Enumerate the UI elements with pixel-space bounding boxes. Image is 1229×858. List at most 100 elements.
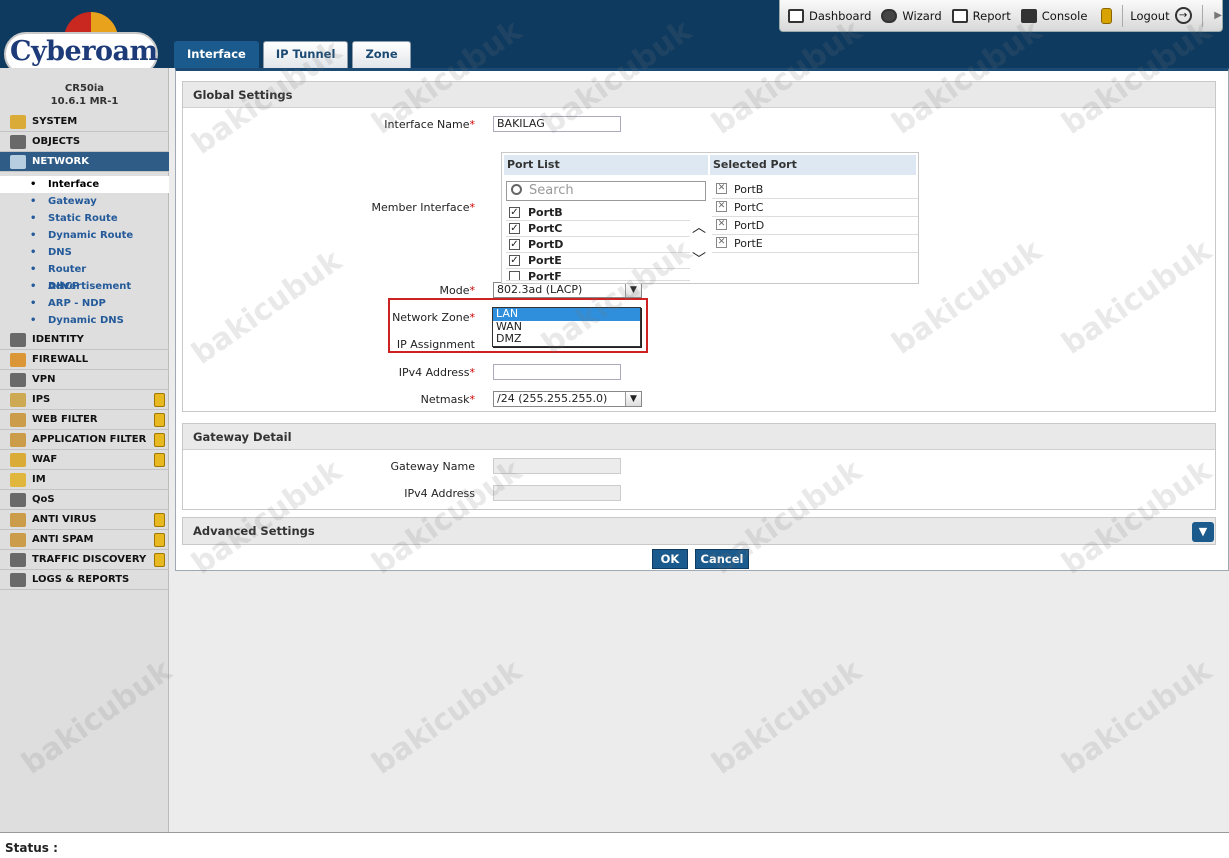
selected-port-item[interactable]: ✕ PortC — [712, 199, 918, 217]
port-list-item[interactable]: ✓ PortC — [506, 221, 690, 237]
logout-icon: → — [1174, 7, 1192, 24]
logo-text: Cyberoam — [10, 36, 158, 67]
waf-icon — [10, 452, 26, 467]
cancel-button[interactable]: Cancel — [695, 549, 749, 569]
sidebar-sub-arp-ndp[interactable]: ARP - NDP — [0, 295, 169, 312]
identity-icon — [10, 332, 26, 347]
mode-label: Mode* — [439, 284, 475, 297]
ok-button[interactable]: OK — [652, 549, 688, 569]
dashboard-icon — [788, 8, 804, 23]
sidebar-item-ips[interactable]: IPS — [0, 390, 169, 410]
sidebar-sub-router-advertisement[interactable]: Router Advertisement — [0, 261, 169, 292]
ips-shield-icon — [10, 392, 26, 407]
sidebar-sub-dhcp[interactable]: DHCP — [0, 278, 169, 295]
im-icon — [10, 472, 26, 487]
zone-option-dmz[interactable]: DMZ — [493, 332, 640, 346]
expand-arrow-icon[interactable]: ▶ — [1214, 10, 1222, 21]
sidebar-item-network[interactable]: NETWORK — [0, 152, 169, 172]
content-panel: Global Settings Interface Name* BAKILAG … — [175, 68, 1229, 571]
sidebar-sub-dns[interactable]: DNS — [0, 244, 169, 261]
port-list-item[interactable]: ✓ PortE — [506, 253, 690, 269]
lock-icon[interactable] — [1101, 7, 1112, 24]
ipv4-address-label: IPv4 Address* — [398, 366, 475, 379]
selected-port-item[interactable]: ✕ PortD — [712, 217, 918, 235]
sidebar-item-logs-reports[interactable]: LOGS & REPORTS — [0, 570, 169, 590]
device-info: CR50ia 10.6.1 MR-1 — [50, 83, 119, 107]
license-icon — [154, 513, 165, 527]
vpn-icon — [10, 372, 26, 387]
ipv4-address-input[interactable] — [493, 364, 621, 380]
chevron-down-icon: ▼ — [625, 283, 641, 297]
license-icon — [154, 553, 165, 567]
interface-name-label: Interface Name* — [384, 118, 475, 131]
console-link[interactable]: Console — [1020, 8, 1087, 23]
member-interface-picker: Port List Selected Port Search ✓ PortB ✓ P… — [501, 152, 919, 284]
sidebar-item-anti-virus[interactable]: ANTI VIRUS — [0, 510, 169, 530]
selected-port-header: Selected Port — [710, 155, 916, 175]
checkbox-checked-icon[interactable]: ✓ — [509, 239, 520, 250]
network-zone-dropdown-list[interactable]: LAN WAN DMZ — [492, 307, 641, 347]
sidebar-sub-interface[interactable]: Interface — [0, 176, 169, 193]
checkbox-checked-icon[interactable]: ✓ — [509, 207, 520, 218]
logs-reports-icon — [10, 572, 26, 587]
mode-select[interactable]: 802.3ad (LACP) ▼ — [493, 282, 642, 298]
application-filter-icon — [10, 432, 26, 447]
sidebar-item-application-filter[interactable]: APPLICATION FILTER — [0, 430, 169, 450]
sidebar-item-firewall[interactable]: FIREWALL — [0, 350, 169, 370]
sidebar-item-identity[interactable]: IDENTITY — [0, 330, 169, 350]
sidebar-sub-dynamic-route[interactable]: Dynamic Route — [0, 227, 169, 244]
sidebar-item-vpn[interactable]: VPN — [0, 370, 169, 390]
selected-port-item[interactable]: ✕ PortE — [712, 235, 918, 253]
sidebar-item-qos[interactable]: QoS — [0, 490, 169, 510]
sidebar-item-im[interactable]: IM — [0, 470, 169, 490]
checkbox-unchecked-icon[interactable] — [509, 271, 520, 280]
global-settings-title: Global Settings — [183, 82, 1215, 108]
wizard-link[interactable]: Wizard — [881, 8, 942, 23]
report-icon — [951, 8, 968, 23]
license-icon — [154, 413, 165, 427]
tab-interface[interactable]: Interface — [174, 41, 259, 68]
tab-ip-tunnel[interactable]: IP Tunnel — [262, 41, 349, 68]
gateway-name-label: Gateway Name — [390, 460, 475, 473]
zone-option-lan[interactable]: LAN — [493, 307, 640, 321]
sidebar-item-web-filter[interactable]: WEB FILTER — [0, 410, 169, 430]
gateway-ipv4-label: IPv4 Address — [404, 487, 475, 500]
chevron-up-icon[interactable]: ︿ — [692, 217, 706, 237]
firewall-icon — [10, 352, 26, 367]
sidebar-sub-dynamic-dns[interactable]: Dynamic DNS — [0, 312, 169, 329]
tab-zone[interactable]: Zone — [352, 41, 411, 68]
port-search-input[interactable]: Search — [506, 181, 706, 201]
port-list-item[interactable]: PortF — [506, 269, 690, 281]
network-icon — [10, 154, 26, 169]
checkbox-checked-icon[interactable]: ✓ — [509, 255, 520, 266]
remove-icon[interactable]: ✕ — [716, 237, 727, 248]
port-list-item[interactable]: ✓ PortD — [506, 237, 690, 253]
selected-port-item[interactable]: ✕ PortB — [712, 181, 918, 199]
qos-icon — [10, 492, 26, 507]
port-list-header: Port List — [504, 155, 708, 175]
status-bar: Status : — [0, 832, 1229, 858]
port-list-scrollbar[interactable]: ︿ ﹀ — [690, 205, 706, 281]
logout-link[interactable]: Logout → — [1130, 7, 1192, 24]
dashboard-link[interactable]: Dashboard — [788, 8, 871, 23]
sidebar-item-system[interactable]: SYSTEM — [0, 112, 169, 132]
port-list-item[interactable]: ✓ PortB — [506, 205, 690, 221]
sidebar: CR50ia 10.6.1 MR-1 SYSTEM OBJECTS NETWOR… — [0, 68, 169, 832]
remove-icon[interactable]: ✕ — [716, 201, 727, 212]
search-icon — [511, 184, 522, 195]
remove-icon[interactable]: ✕ — [716, 183, 727, 194]
sidebar-sub-static-route[interactable]: Static Route — [0, 210, 169, 227]
interface-name-input[interactable]: BAKILAG — [493, 116, 621, 132]
checkbox-checked-icon[interactable]: ✓ — [509, 223, 520, 234]
sidebar-item-waf[interactable]: WAF — [0, 450, 169, 470]
sidebar-item-traffic-discovery[interactable]: TRAFFIC DISCOVERY — [0, 550, 169, 570]
sidebar-sub-gateway[interactable]: Gateway — [0, 193, 169, 210]
sidebar-item-anti-spam[interactable]: ANTI SPAM — [0, 530, 169, 550]
toolbar-separator — [1121, 4, 1123, 27]
remove-icon[interactable]: ✕ — [716, 219, 727, 230]
chevron-down-icon[interactable]: ﹀ — [692, 249, 706, 269]
sidebar-item-objects[interactable]: OBJECTS — [0, 132, 169, 152]
expand-toggle-icon[interactable]: ▼ — [1192, 522, 1214, 542]
netmask-select[interactable]: /24 (255.255.255.0) ▼ — [493, 391, 642, 407]
report-link[interactable]: Report — [951, 8, 1011, 23]
